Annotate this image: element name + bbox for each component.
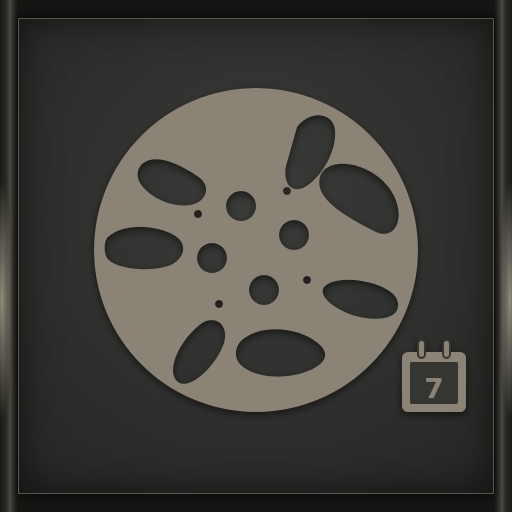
icon-artwork: 7 xyxy=(94,88,466,412)
calendar-day-number: 7 xyxy=(424,372,443,405)
calendar-icon: 7 xyxy=(402,339,466,412)
app-icon: 7 xyxy=(0,0,512,512)
film-reel-icon xyxy=(94,88,418,412)
